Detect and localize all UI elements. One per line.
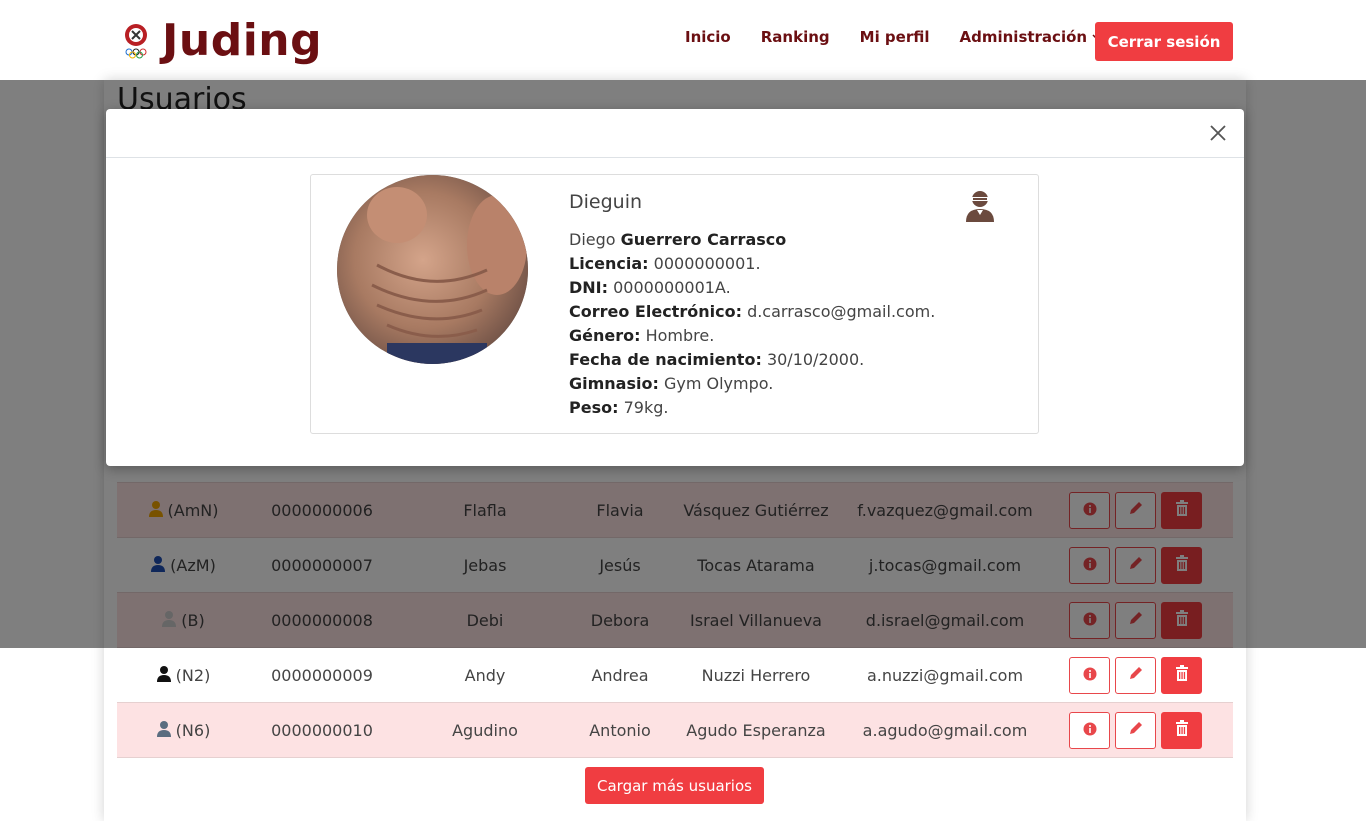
user-detail-modal: Dieguin Diego Guerrero Carrasco Licencia… bbox=[106, 109, 1244, 466]
edit-button[interactable] bbox=[1115, 657, 1156, 694]
user-level-label: (N6) bbox=[175, 721, 211, 740]
user-email: a.agudo@gmail.com bbox=[862, 721, 1028, 740]
user-surname: Nuzzi Herrero bbox=[701, 666, 811, 685]
field-label: Gimnasio: bbox=[569, 374, 659, 393]
user-level: (N2) bbox=[117, 648, 249, 703]
edit-button[interactable] bbox=[1115, 712, 1156, 749]
user-username: Andy bbox=[464, 666, 506, 685]
field-label: DNI: bbox=[569, 278, 609, 297]
field-label: Género: bbox=[569, 326, 641, 345]
user-level-label: (N2) bbox=[175, 666, 211, 685]
field-peso: Peso: 79kg. bbox=[569, 396, 935, 420]
info-icon bbox=[1083, 703, 1097, 758]
info-icon bbox=[1083, 648, 1097, 703]
user-surname: Agudo Esperanza bbox=[686, 721, 826, 740]
field-value: 0000000001. bbox=[653, 254, 761, 273]
user-name: Antonio bbox=[589, 721, 651, 740]
pencil-icon bbox=[1128, 648, 1144, 703]
user-level: (N6) bbox=[117, 703, 249, 758]
trash-icon bbox=[1175, 703, 1189, 758]
field-value: d.carrasco@gmail.com. bbox=[747, 302, 936, 321]
nav-inicio[interactable]: Inicio bbox=[685, 28, 731, 46]
ninja-user-icon bbox=[965, 189, 995, 227]
field-label: Fecha de nacimiento: bbox=[569, 350, 762, 369]
field-value: Hombre. bbox=[645, 326, 715, 345]
user-username: Agudino bbox=[452, 721, 518, 740]
user-email: a.nuzzi@gmail.com bbox=[866, 666, 1024, 685]
field-email: Correo Electrónico: d.carrasco@gmail.com… bbox=[569, 300, 935, 324]
info-button[interactable] bbox=[1069, 657, 1110, 694]
brand-logo-icon bbox=[118, 19, 154, 63]
table-row: (N2) 0000000009 Andy Andrea Nuzzi Herrer… bbox=[117, 648, 1233, 703]
user-info: Dieguin Diego Guerrero Carrasco Licencia… bbox=[569, 187, 935, 420]
user-first-name: Diego bbox=[569, 230, 616, 249]
nav-administracion-label: Administración bbox=[959, 28, 1088, 46]
nav-administracion-dropdown[interactable]: Administración bbox=[960, 28, 1104, 46]
user-licence: 0000000009 bbox=[271, 666, 373, 685]
field-licencia: Licencia: 0000000001. bbox=[569, 252, 935, 276]
close-icon[interactable] bbox=[1206, 121, 1230, 145]
row-actions bbox=[1069, 703, 1233, 758]
logout-button[interactable]: Cerrar sesión bbox=[1095, 22, 1233, 61]
delete-button[interactable] bbox=[1161, 657, 1202, 694]
field-fecha-nacimiento: Fecha de nacimiento: 30/10/2000. bbox=[569, 348, 935, 372]
user-last-name: Guerrero Carrasco bbox=[620, 230, 787, 249]
brand-name: Juding bbox=[162, 15, 323, 66]
nav-ranking[interactable]: Ranking bbox=[761, 28, 830, 46]
load-more-button[interactable]: Cargar más usuarios bbox=[585, 767, 764, 804]
user-level-icon bbox=[156, 704, 172, 759]
user-level-icon bbox=[156, 649, 172, 704]
field-value: Gym Olympo. bbox=[663, 374, 774, 393]
field-gimnasio: Gimnasio: Gym Olympo. bbox=[569, 372, 935, 396]
navbar: Juding Inicio Ranking Mi perfil Administ… bbox=[0, 0, 1366, 80]
user-fullname: Diego Guerrero Carrasco bbox=[569, 228, 935, 252]
user-licence: 0000000010 bbox=[271, 721, 373, 740]
delete-button[interactable] bbox=[1161, 712, 1202, 749]
field-value: 0000000001A. bbox=[613, 278, 731, 297]
field-genero: Género: Hombre. bbox=[569, 324, 935, 348]
field-value: 30/10/2000. bbox=[766, 350, 865, 369]
brand[interactable]: Juding bbox=[118, 14, 322, 68]
field-label: Peso: bbox=[569, 398, 619, 417]
nav-links: Inicio Ranking Mi perfil Administración bbox=[685, 28, 1133, 46]
field-label: Correo Electrónico: bbox=[569, 302, 742, 321]
field-dni: DNI: 0000000001A. bbox=[569, 276, 935, 300]
table-row: (N6) 0000000010 Agudino Antonio Agudo Es… bbox=[117, 703, 1233, 758]
field-value: 79kg. bbox=[623, 398, 669, 417]
field-label: Licencia: bbox=[569, 254, 649, 273]
nav-mi-perfil[interactable]: Mi perfil bbox=[860, 28, 930, 46]
trash-icon bbox=[1175, 648, 1189, 703]
user-card: Dieguin Diego Guerrero Carrasco Licencia… bbox=[310, 174, 1039, 434]
modal-header bbox=[106, 109, 1244, 158]
row-actions bbox=[1069, 648, 1233, 703]
pencil-icon bbox=[1128, 703, 1144, 758]
user-nickname: Dieguin bbox=[569, 191, 643, 213]
info-button[interactable] bbox=[1069, 712, 1110, 749]
user-name: Andrea bbox=[591, 666, 649, 685]
avatar bbox=[337, 175, 528, 364]
